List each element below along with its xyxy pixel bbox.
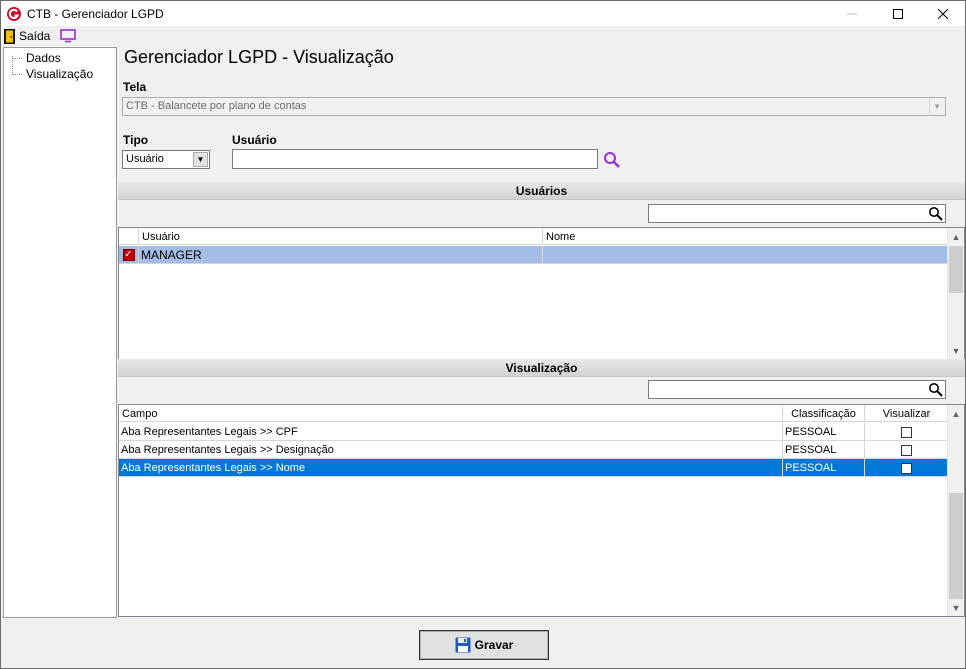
scroll-up-icon[interactable]: ▲	[948, 228, 964, 245]
app-window: CTB - Gerenciador LGPD Saída Dados Visua…	[0, 0, 966, 669]
close-icon	[938, 8, 948, 19]
floppy-disk-icon	[455, 637, 471, 653]
tipo-select-value: Usuário	[126, 153, 164, 165]
tela-select[interactable]: CTB - Balancete por plano de contas ▼	[122, 97, 946, 116]
grid-header: Campo Classificação Visualizar	[119, 405, 948, 422]
search-icon[interactable]	[603, 151, 621, 169]
tree-branch	[12, 57, 22, 59]
scroll-thumb[interactable]	[949, 246, 963, 293]
usuario-input[interactable]	[232, 149, 598, 169]
tipo-label: Tipo	[123, 133, 149, 147]
table-row[interactable]: Aba Representantes Legais >> CPF PESSOAL	[119, 423, 948, 441]
campo-cell: Aba Representantes Legais >> Nome	[119, 459, 783, 477]
visualizacao-search-input[interactable]	[648, 380, 946, 399]
save-button[interactable]: Gravar	[419, 630, 549, 660]
window-title: CTB - Gerenciador LGPD	[27, 6, 164, 21]
tree-branch	[12, 73, 22, 75]
title-bar: CTB - Gerenciador LGPD	[1, 1, 965, 26]
tree-item-label: Dados	[26, 51, 61, 65]
chevron-down-icon: ▼	[929, 99, 944, 114]
tree-item-dados[interactable]: Dados	[12, 50, 61, 66]
usuario-cell: MANAGER	[139, 246, 543, 264]
table-row[interactable]: ✓ MANAGER	[119, 246, 948, 264]
visualizar-checkbox[interactable]	[901, 426, 912, 438]
classificacao-cell: PESSOAL	[783, 423, 865, 441]
usuarios-grid: Usuário Nome ✓ MANAGER ▲ ▼	[118, 227, 965, 360]
column-header-nome[interactable]: Nome	[543, 228, 948, 245]
monitor-icon[interactable]	[60, 29, 77, 43]
page-title: Gerenciador LGPD - Visualização	[124, 47, 394, 67]
chevron-down-icon: ▼	[193, 152, 208, 167]
close-button[interactable]	[920, 1, 966, 26]
visualizacao-grid: Campo Classificação Visualizar Aba Repre…	[118, 404, 965, 617]
scroll-thumb[interactable]	[949, 493, 963, 599]
maximize-button[interactable]	[875, 1, 921, 26]
column-header-visualizar[interactable]: Visualizar	[865, 405, 948, 422]
exit-door-icon	[4, 28, 15, 44]
exit-menu-item[interactable]: Saída	[4, 27, 58, 45]
scroll-down-icon[interactable]: ▼	[948, 599, 964, 616]
visualizacao-section-header: Visualização	[118, 359, 965, 377]
campo-cell: Aba Representantes Legais >> Designação	[119, 441, 783, 459]
campo-cell: Aba Representantes Legais >> CPF	[119, 423, 783, 441]
tela-label: Tela	[123, 80, 147, 94]
search-icon[interactable]	[928, 382, 943, 397]
tela-select-value: CTB - Balancete por plano de contas	[126, 100, 307, 112]
usuarios-section-header: Usuários	[118, 182, 965, 200]
tree-item-label: Visualização	[26, 67, 94, 81]
table-row[interactable]: Aba Representantes Legais >> Nome PESSOA…	[119, 459, 948, 477]
tree-item-visualizacao[interactable]: Visualização	[12, 66, 93, 82]
checked-checkbox-icon[interactable]: ✓	[122, 249, 135, 261]
column-header-classificacao[interactable]: Classificação	[783, 405, 865, 422]
usuarios-scrollbar[interactable]: ▲ ▼	[947, 228, 964, 359]
checkbox-column-header	[119, 228, 139, 245]
navigation-tree: Dados Visualização	[3, 47, 117, 618]
column-header-campo[interactable]: Campo	[119, 405, 783, 422]
visualizar-checkbox[interactable]	[901, 462, 912, 474]
minimize-icon	[847, 13, 857, 14]
usuarios-search-input[interactable]	[648, 204, 946, 223]
visualizar-cell	[865, 441, 948, 459]
maximize-icon	[893, 8, 903, 19]
column-header-usuario[interactable]: Usuário	[139, 228, 543, 245]
classificacao-cell: PESSOAL	[783, 441, 865, 459]
minimize-button[interactable]	[829, 1, 875, 26]
save-button-label: Gravar	[474, 638, 514, 652]
exit-label: Saída	[19, 29, 51, 43]
scroll-down-icon[interactable]: ▼	[948, 342, 964, 359]
nome-cell	[543, 246, 948, 264]
visualizar-checkbox[interactable]	[901, 444, 912, 456]
search-icon[interactable]	[928, 206, 943, 221]
row-checkbox-cell[interactable]: ✓	[119, 246, 139, 264]
scroll-up-icon[interactable]: ▲	[948, 405, 964, 422]
visualizar-cell	[865, 423, 948, 441]
grid-header: Usuário Nome	[119, 228, 948, 245]
menu-bar: Saída	[1, 26, 965, 46]
table-row[interactable]: Aba Representantes Legais >> Designação …	[119, 441, 948, 459]
visualizacao-scrollbar[interactable]: ▲ ▼	[947, 405, 964, 616]
usuario-label: Usuário	[232, 133, 277, 147]
tipo-select[interactable]: Usuário ▼	[122, 150, 210, 169]
visualizar-cell	[865, 459, 948, 477]
app-logo-icon	[7, 6, 21, 21]
classificacao-cell: PESSOAL	[783, 459, 865, 477]
